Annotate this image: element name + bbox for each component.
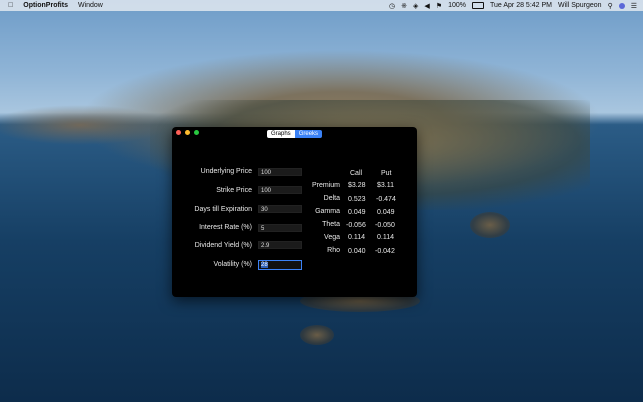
row-label-premium: Premium <box>311 182 340 189</box>
wifi-icon[interactable]: ◈ <box>413 2 418 10</box>
tab-greeks[interactable]: Greeks <box>294 130 323 138</box>
volatility-field[interactable]: 28 <box>258 260 302 270</box>
battery-icon[interactable] <box>472 2 484 9</box>
flag-icon[interactable]: ⚑ <box>436 2 442 10</box>
menu-bar:  OptionProfits Window ◷ ※ ◈ ◀ ⚑ 100% Tu… <box>0 0 643 11</box>
time-machine-icon[interactable]: ◷ <box>389 2 395 10</box>
minimize-button[interactable] <box>185 130 190 135</box>
window-menu[interactable]: Window <box>78 2 103 9</box>
col-header-put: Put <box>381 170 392 177</box>
volatility-label: Volatility (%) <box>213 261 252 268</box>
rock-islet <box>470 212 510 238</box>
dividend-yield-field[interactable]: 2.9 <box>258 241 302 249</box>
interest-rate-label: Interest Rate (%) <box>199 224 252 231</box>
rho-call: 0.040 <box>348 248 366 255</box>
row-label-rho: Rho <box>327 247 340 254</box>
underlying-price-label: Underlying Price <box>200 168 252 175</box>
volatility-value: 28 <box>261 262 268 268</box>
col-header-call: Call <box>350 170 363 177</box>
strike-price-label: Strike Price <box>216 187 252 194</box>
row-label-delta: Delta <box>323 195 340 202</box>
premium-call: $3.28 <box>348 182 366 189</box>
delta-call: 0.523 <box>348 196 366 203</box>
premium-put: $3.11 <box>377 182 394 189</box>
vega-put: 0.114 <box>377 234 394 241</box>
rho-put: -0.042 <box>375 248 395 255</box>
row-label-vega: Vega <box>324 234 340 241</box>
apple-icon[interactable]:  <box>8 2 13 9</box>
theta-put: -0.050 <box>375 222 395 229</box>
dividend-yield-value: 2.9 <box>261 243 270 249</box>
theta-call: -0.056 <box>346 222 366 229</box>
vega-call: 0.114 <box>348 234 365 241</box>
user-name[interactable]: Will Spurgeon <box>558 2 602 9</box>
rock-small <box>300 325 334 345</box>
days-till-expiration-label: Days till Expiration <box>194 206 252 213</box>
row-label-gamma: Gamma <box>315 208 340 215</box>
close-button[interactable] <box>176 130 181 135</box>
strike-price-value: 100 <box>261 188 272 194</box>
dividend-yield-label: Dividend Yield (%) <box>194 242 252 249</box>
zoom-button[interactable] <box>194 130 199 135</box>
app-menu[interactable]: OptionProfits <box>23 2 68 9</box>
tab-graphs[interactable]: Graphs <box>267 130 295 138</box>
interest-rate-field[interactable]: 5 <box>258 224 302 232</box>
underlying-price-value: 100 <box>261 170 272 176</box>
volume-icon[interactable]: ◀ <box>424 2 429 10</box>
gamma-call: 0.049 <box>348 209 366 216</box>
siri-icon[interactable] <box>618 2 625 9</box>
delta-put: -0.474 <box>376 196 396 203</box>
battery-percent[interactable]: 100% <box>448 2 466 9</box>
strike-price-field[interactable]: 100 <box>258 186 302 194</box>
days-till-expiration-field[interactable]: 30 <box>258 205 302 213</box>
days-till-expiration-value: 30 <box>261 207 268 213</box>
row-label-theta: Theta <box>322 221 340 228</box>
underlying-price-field[interactable]: 100 <box>258 168 302 176</box>
clock[interactable]: Tue Apr 28 5:42 PM <box>490 2 552 9</box>
view-segmented-control: Graphs Greeks <box>267 130 323 138</box>
interest-rate-value: 5 <box>261 226 265 232</box>
search-icon[interactable]: ⚲ <box>608 2 613 10</box>
control-center-icon[interactable]: ☰ <box>631 2 637 10</box>
bluetooth-icon[interactable]: ※ <box>401 2 407 10</box>
gamma-put: 0.049 <box>377 209 395 216</box>
app-window: Graphs Greeks Underlying Price 100 Strik… <box>172 127 417 297</box>
